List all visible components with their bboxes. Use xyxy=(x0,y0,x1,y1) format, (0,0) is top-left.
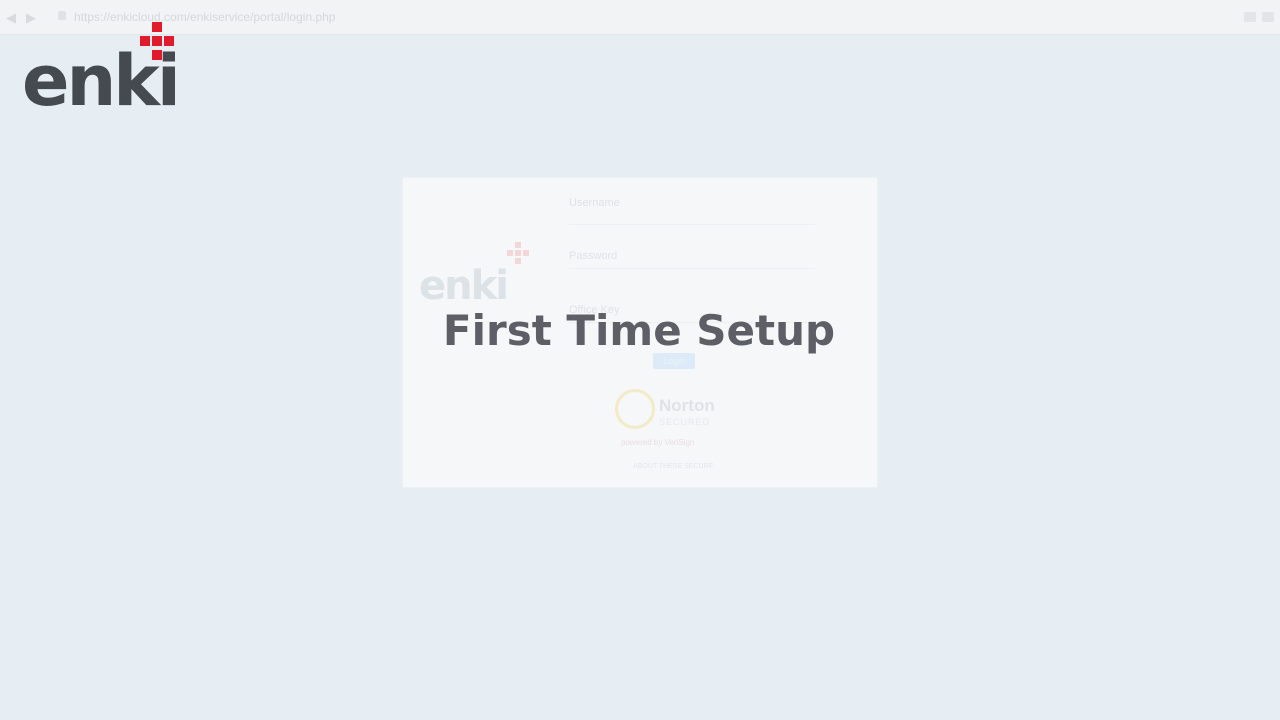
menu-icon[interactable] xyxy=(1262,12,1274,22)
first-time-setup-title: First Time Setup xyxy=(442,306,836,355)
browser-toolbar: ◀ ▶ https://enkicloud.com/enkiservice/po… xyxy=(0,0,1280,35)
extension-icon[interactable] xyxy=(1244,12,1256,22)
username-input[interactable] xyxy=(569,224,815,225)
enki-logo: enki xyxy=(22,22,192,122)
norton-title: Norton xyxy=(659,396,715,415)
username-label: Username xyxy=(569,197,620,209)
logo-text: enki xyxy=(22,40,181,122)
card-logo-cross-icon xyxy=(506,242,530,266)
verisign-text: powered by VeriSign xyxy=(621,438,695,447)
lock-icon xyxy=(58,11,66,20)
norton-subtitle: SECURED xyxy=(659,417,711,427)
about-secure-link[interactable]: ABOUT THESE SECURE xyxy=(633,463,713,470)
card-logo-text: enki xyxy=(419,263,509,309)
back-arrow-icon[interactable]: ◀ xyxy=(6,10,16,26)
password-label: Password xyxy=(569,250,618,262)
norton-check-icon xyxy=(615,389,655,429)
password-input[interactable] xyxy=(569,268,815,269)
